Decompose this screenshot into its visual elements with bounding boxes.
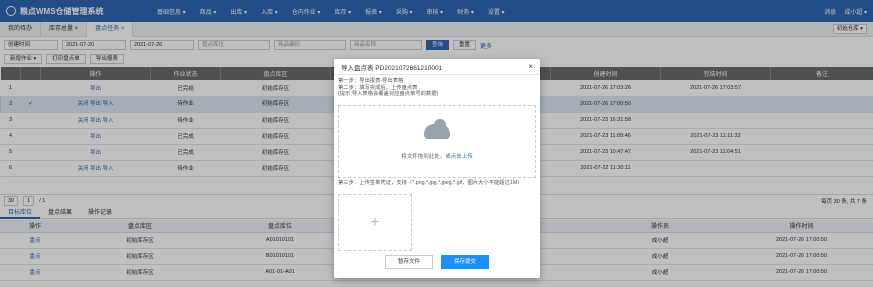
image-upload-button[interactable]: + — [338, 194, 412, 251]
drop-text: 将文件拖到此处，或 — [401, 153, 451, 160]
submit-button[interactable]: 保存提交 — [441, 255, 490, 269]
upload-dropzone[interactable]: 将文件拖到此处，或点击上传 — [338, 105, 536, 178]
modal-title: 导入盘点表 PD2021072661210001 — [341, 64, 443, 72]
import-modal: 导入盘点表 PD2021072661210001 × 第一步：导出报表-导出表格… — [334, 59, 540, 278]
step3-text: 第三步：上传签单凭证，支持（*.png,*.jpg,*.jpeg,*.gif，图… — [338, 180, 523, 186]
close-icon[interactable]: × — [528, 62, 533, 71]
upload-cloud-icon — [424, 118, 450, 139]
click-upload-link[interactable]: 点击上传 — [451, 154, 473, 160]
save-draft-button[interactable]: 暂存文件 — [384, 255, 433, 269]
hint-text: (提示:导入表格会覆盖对应盘点单号的数据) — [338, 91, 439, 97]
